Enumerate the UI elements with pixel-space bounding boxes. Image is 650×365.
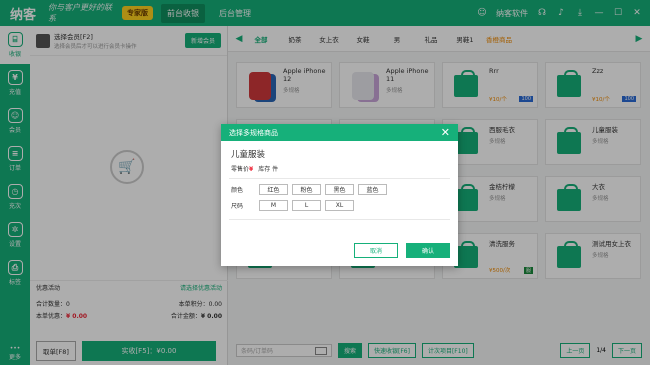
stock-label: 库存 [258,166,271,173]
dialog-confirm-button[interactable]: 确认 [406,243,450,258]
divider [229,178,450,179]
dialog-price-row: 零售价¥ 库存 件 [231,164,448,173]
close-icon[interactable]: ✕ [441,126,450,139]
dialog-header: 选择多规格商品 ✕ [221,124,458,141]
color-option[interactable]: 红色 [259,184,288,195]
spec-select-dialog: 选择多规格商品 ✕ 儿童服装 零售价¥ 库存 件 颜色 红色 粉色 黑色 蓝色 … [221,124,458,266]
color-option[interactable]: 黑色 [325,184,354,195]
dialog-title: 选择多规格商品 [229,128,278,137]
size-option[interactable]: XL [325,200,354,211]
size-option[interactable]: L [292,200,321,211]
color-label: 颜色 [231,187,244,194]
color-options: 颜色 红色 粉色 黑色 蓝色 [231,184,448,195]
stock-unit: 件 [272,166,279,173]
price-label: 零售价 [231,166,250,173]
color-option[interactable]: 粉色 [292,184,321,195]
divider [229,219,450,220]
size-options: 尺码 M L XL [231,200,448,211]
dialog-product-name: 儿童服装 [231,150,266,160]
price-value: ¥ [249,166,254,173]
size-label: 尺码 [231,203,244,210]
size-option[interactable]: M [259,200,288,211]
color-option[interactable]: 蓝色 [358,184,387,195]
dialog-cancel-button[interactable]: 取消 [354,243,398,258]
